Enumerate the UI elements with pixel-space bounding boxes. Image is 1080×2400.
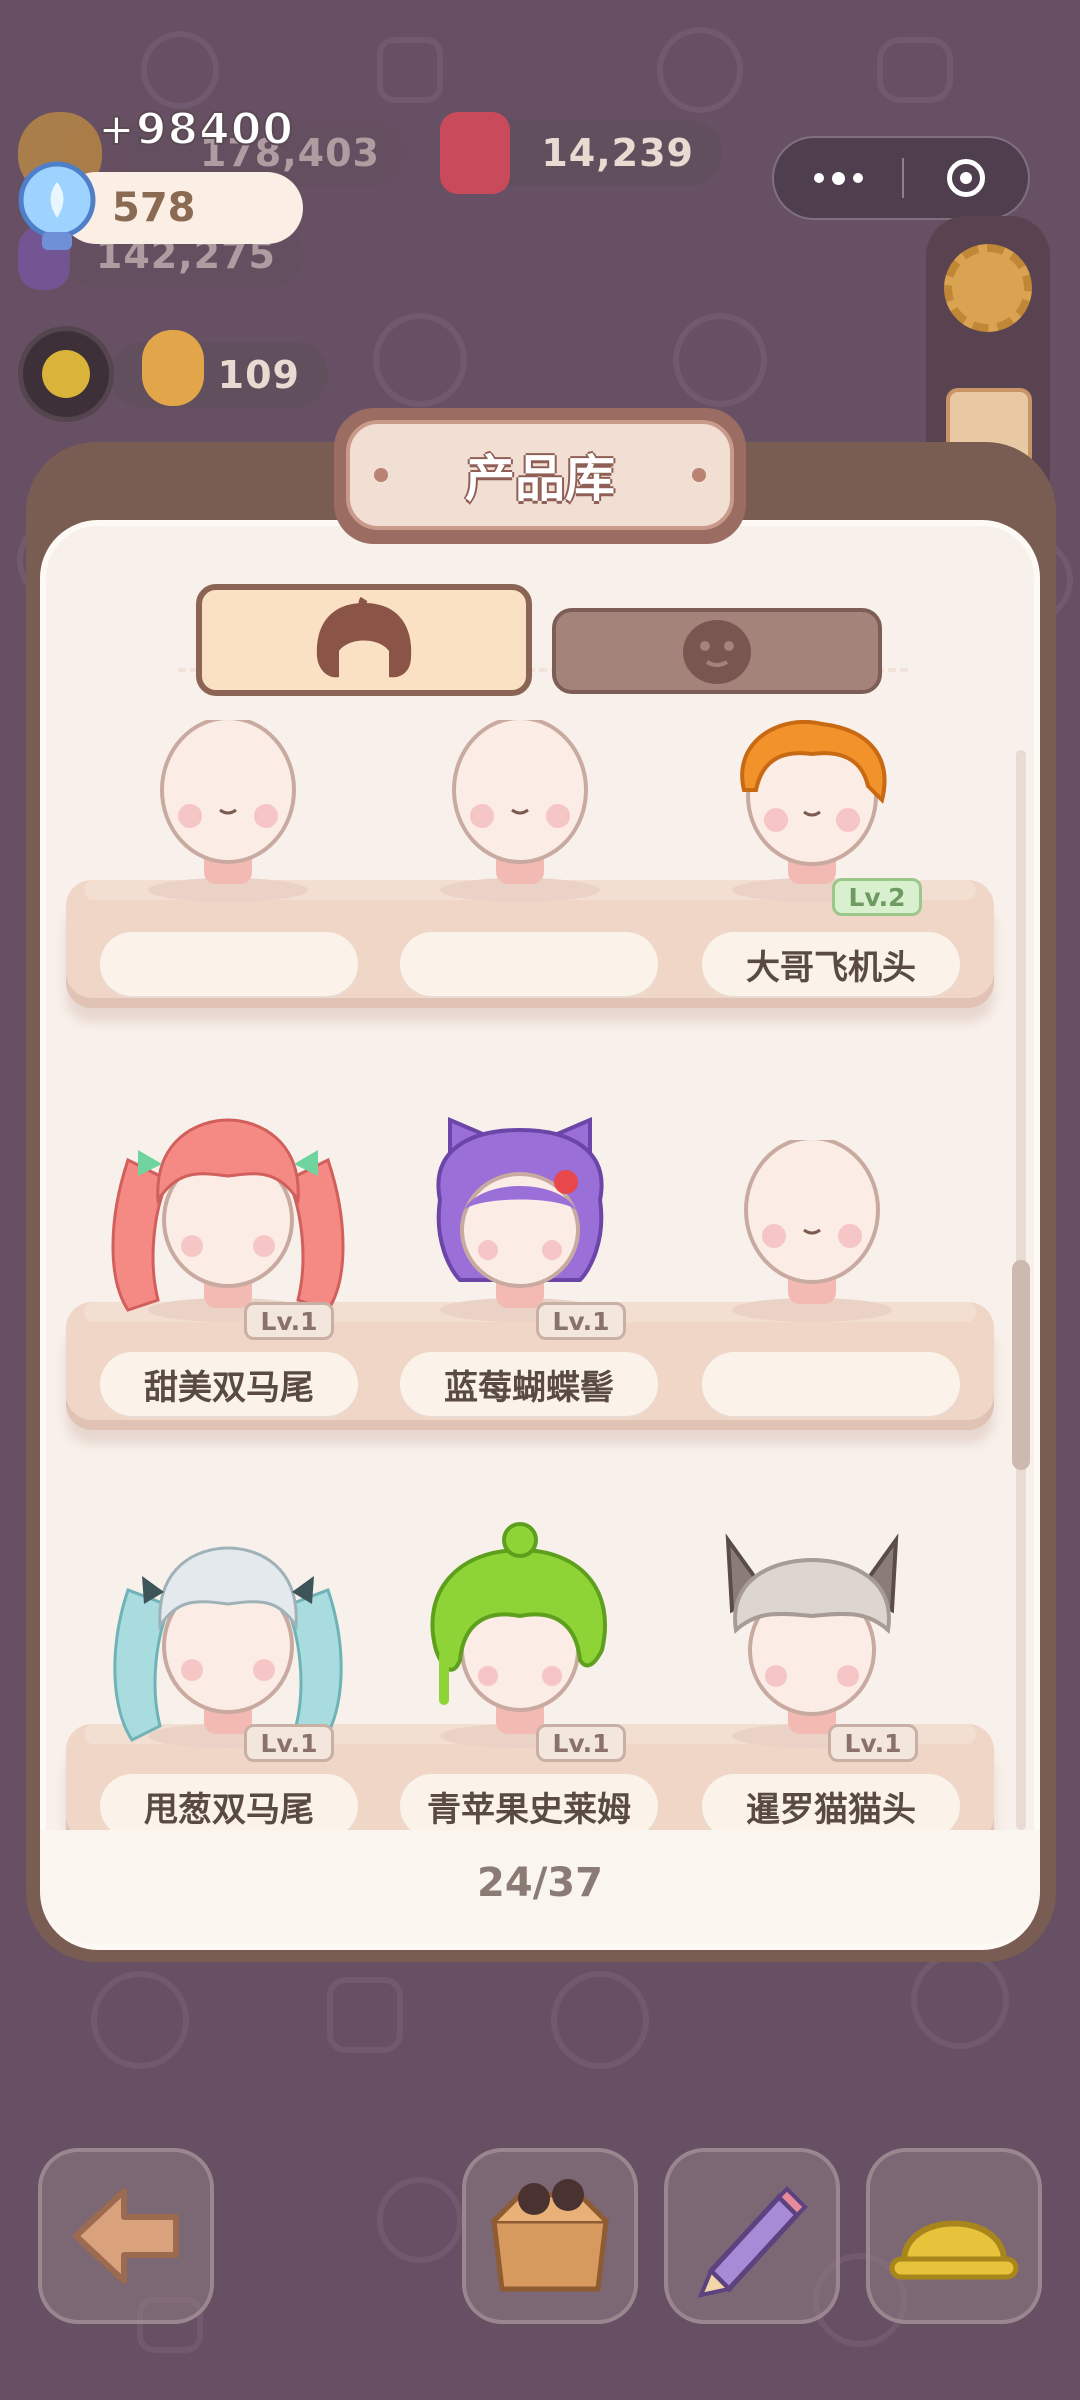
hairstyle-siamese-cat[interactable] xyxy=(672,1500,952,1820)
hairstyle-green-apple-slime[interactable] xyxy=(380,1500,660,1820)
hair-icon xyxy=(316,597,412,678)
product-label: 甩葱双马尾 xyxy=(100,1774,358,1830)
scrollbar-thumb[interactable] xyxy=(1012,1260,1030,1470)
storage-box-button[interactable] xyxy=(462,2148,638,2324)
design-tools-button[interactable] xyxy=(664,2148,840,2324)
construction-button[interactable] xyxy=(866,2148,1042,2324)
product-label-empty xyxy=(100,932,358,996)
hairstyle-scallion-twintails[interactable] xyxy=(88,1500,368,1820)
lightbulb-icon xyxy=(18,161,96,250)
level-badge: Lv.1 xyxy=(828,1724,918,1762)
floating-reward-text: +98400 xyxy=(97,103,294,156)
level-badge: Lv.1 xyxy=(244,1302,334,1340)
currency-d-value: 109 xyxy=(217,353,300,397)
product-label: 青苹果史莱姆 xyxy=(400,1774,658,1830)
back-arrow-icon xyxy=(73,2188,179,2284)
product-label: 蓝莓蝴蝶髻 xyxy=(400,1352,658,1416)
sun-core xyxy=(42,350,90,398)
more-options-button[interactable] xyxy=(774,138,902,218)
tab-face[interactable] xyxy=(552,608,882,694)
close-target-icon xyxy=(947,159,985,197)
hard-hat-icon xyxy=(889,2220,1019,2280)
level-badge: Lv.1 xyxy=(536,1724,626,1762)
tab-hair[interactable] xyxy=(196,584,532,696)
face-mask-icon xyxy=(683,620,751,684)
currency-b-value: 14,239 xyxy=(541,131,694,175)
modal-title-plaque: 产品库 xyxy=(346,420,734,530)
product-label: 暹罗猫猫头 xyxy=(702,1774,960,1830)
modal-title: 产品库 xyxy=(465,450,615,508)
settings-gear-icon[interactable] xyxy=(944,244,1032,332)
chef-cookie-icon xyxy=(142,330,204,406)
box-icon xyxy=(491,2179,609,2292)
level-badge: Lv.2 xyxy=(832,878,922,916)
product-shelf-list[interactable]: Lv.2 大哥飞机头 Lv.1 Lv.1 甜美双马尾 蓝莓蝴蝶髻 Lv.1 Lv… xyxy=(54,720,1014,1830)
product-label-empty xyxy=(702,1352,960,1416)
close-miniprogram-button[interactable] xyxy=(904,159,1028,197)
product-label-empty xyxy=(400,932,658,996)
product-label: 大哥飞机头 xyxy=(702,932,960,996)
product-label: 甜美双马尾 xyxy=(100,1352,358,1416)
page-counter: 24/37 xyxy=(477,1860,603,1906)
level-badge: Lv.1 xyxy=(536,1302,626,1340)
level-badge: Lv.1 xyxy=(244,1724,334,1762)
miniprogram-capsule[interactable] xyxy=(772,136,1030,220)
jam-jar-icon xyxy=(440,112,510,194)
bulb-value: 578 xyxy=(112,185,196,231)
back-button[interactable] xyxy=(38,2148,214,2324)
pencil-icon xyxy=(697,2186,808,2298)
